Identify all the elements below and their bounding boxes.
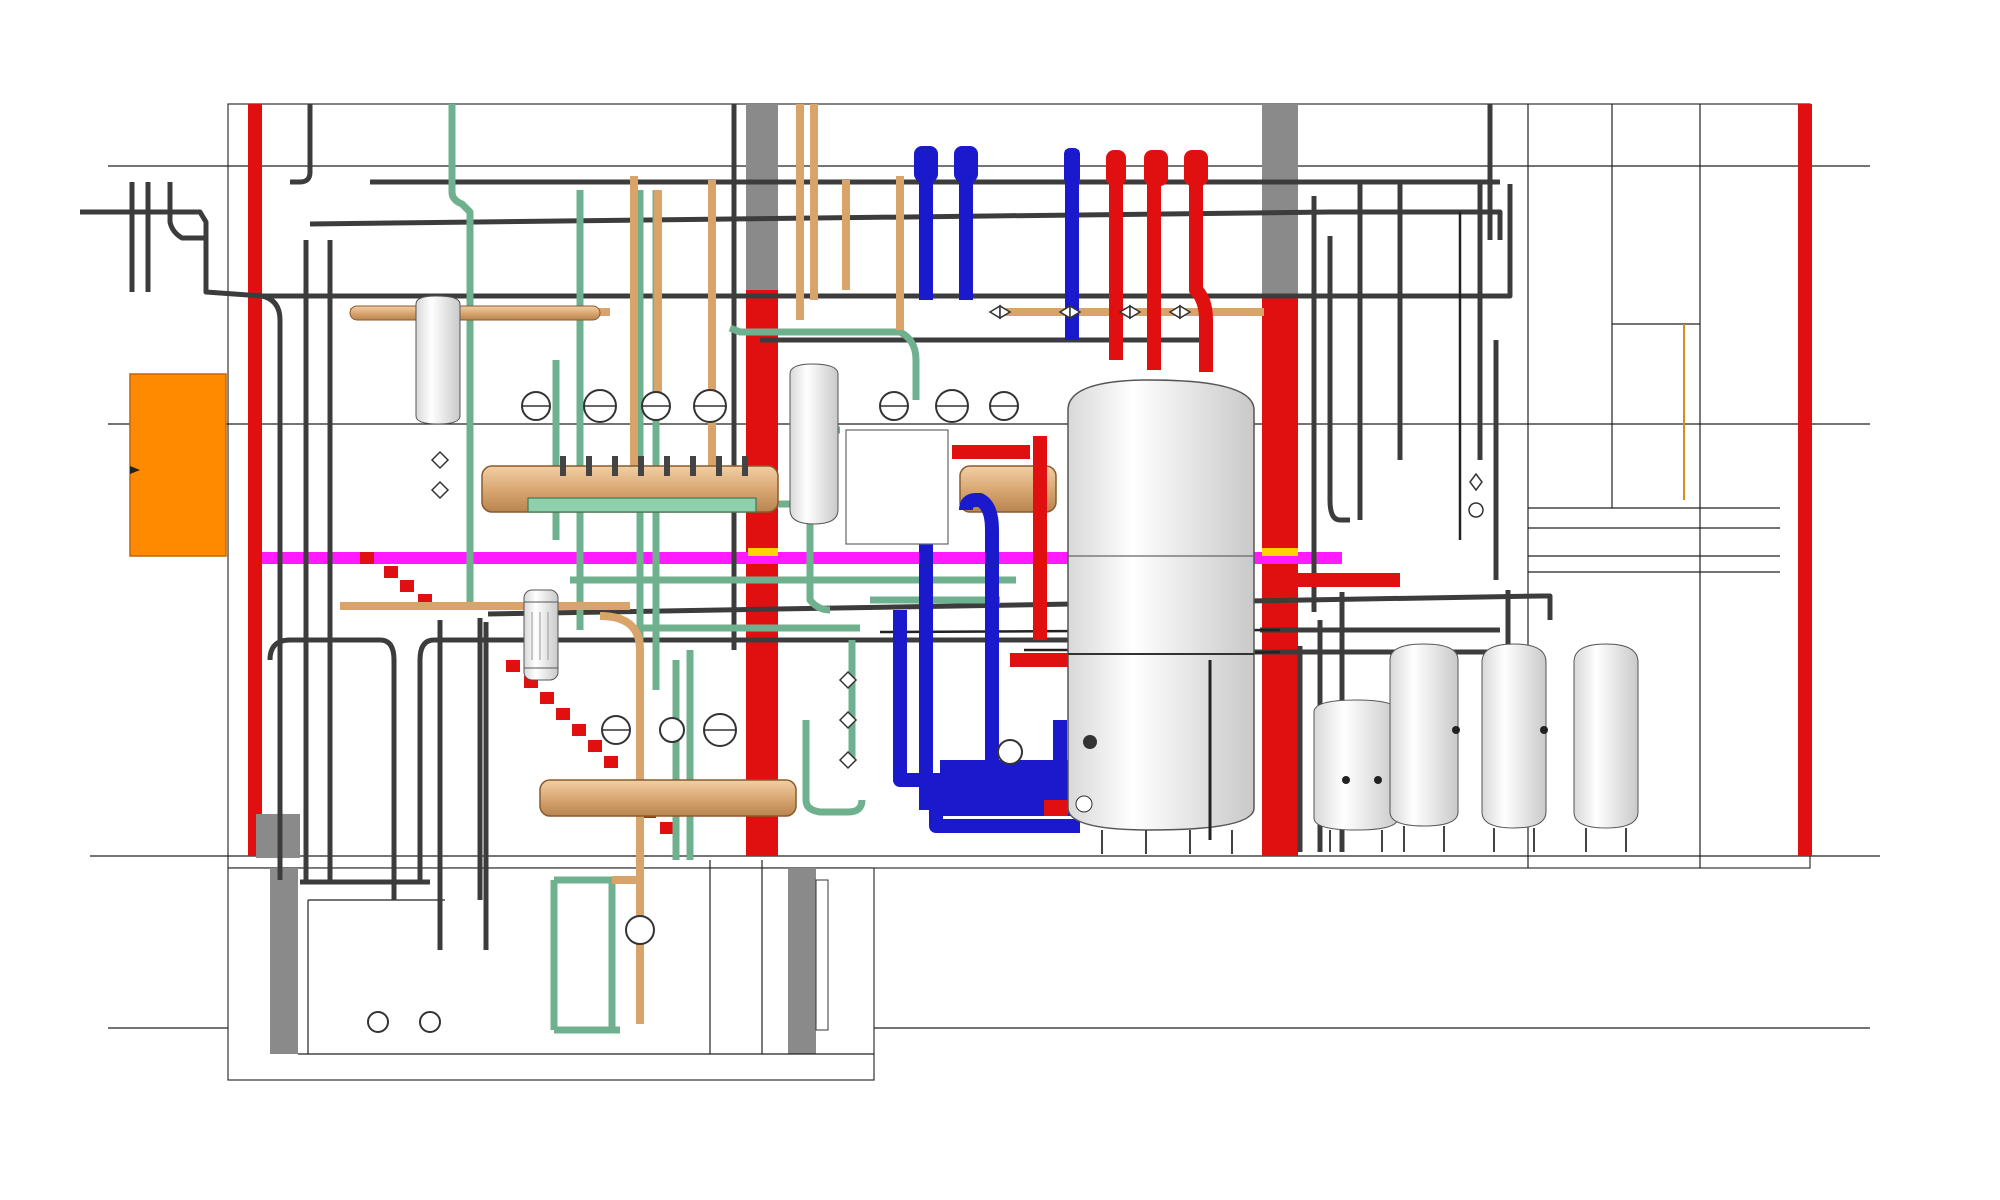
buffer-storage-tank (1067, 379, 1255, 854)
pump-9 (659, 717, 685, 743)
expansion-vessel-4 (1573, 643, 1639, 829)
dirt-separator (523, 589, 559, 681)
plant-room-section-diagram (80, 103, 1880, 1081)
expansion-vessel-1 (1313, 699, 1399, 831)
tall-vessel-center (789, 363, 839, 525)
pit-column-right (788, 868, 816, 1054)
drain-pump-2 (419, 1011, 441, 1033)
drain-pump-1 (367, 1011, 389, 1033)
lower-manifold (539, 779, 797, 817)
expansion-vessel-3 (1481, 643, 1548, 829)
tall-vessel-left (415, 295, 461, 425)
pump-basement (625, 915, 655, 945)
electrical-panel (129, 373, 227, 557)
pit-column-left (270, 868, 298, 1054)
green-header (527, 497, 757, 513)
control-box (845, 429, 949, 545)
expansion-vessel-2 (1389, 643, 1460, 827)
pump-11 (997, 739, 1023, 765)
